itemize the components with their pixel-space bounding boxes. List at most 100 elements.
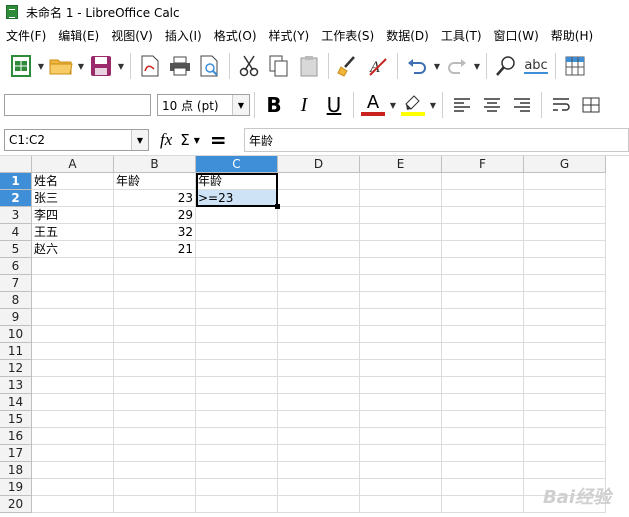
cell-f14[interactable] [442,394,524,411]
redo-button[interactable] [442,51,472,81]
cell-f3[interactable] [442,207,524,224]
redo-dropdown-arrow[interactable]: ▼ [472,51,482,81]
row-header-10[interactable]: 10 [0,326,32,343]
formula-input[interactable]: 年龄 [244,128,629,152]
cell-f20[interactable] [442,496,524,513]
cell-b3[interactable]: 29 [114,207,196,224]
cell-g4[interactable] [524,224,606,241]
cell-a1[interactable]: 姓名 [32,173,114,190]
cell-f13[interactable] [442,377,524,394]
cell-a17[interactable] [32,445,114,462]
cell-a5[interactable]: 赵六 [32,241,114,258]
cell-d10[interactable] [278,326,360,343]
undo-dropdown-arrow[interactable]: ▼ [432,51,442,81]
cell-a20[interactable] [32,496,114,513]
font-size-dropdown-icon[interactable]: ▼ [232,95,249,115]
cell-b9[interactable] [114,309,196,326]
cell-g11[interactable] [524,343,606,360]
cell-b19[interactable] [114,479,196,496]
cell-d12[interactable] [278,360,360,377]
cell-g18[interactable] [524,462,606,479]
cell-c9[interactable] [196,309,278,326]
cell-g1[interactable] [524,173,606,190]
row-header-3[interactable]: 3 [0,207,32,224]
cell-e18[interactable] [360,462,442,479]
cell-f9[interactable] [442,309,524,326]
cell-e4[interactable] [360,224,442,241]
cell-b4[interactable]: 32 [114,224,196,241]
save-dropdown-arrow[interactable]: ▼ [116,51,126,81]
cell-f4[interactable] [442,224,524,241]
row-header-2[interactable]: 2 [0,190,32,207]
cell-b16[interactable] [114,428,196,445]
column-header-e[interactable]: E [360,156,442,173]
cell-e13[interactable] [360,377,442,394]
column-header-d[interactable]: D [278,156,360,173]
cell-d17[interactable] [278,445,360,462]
cell-c4[interactable] [196,224,278,241]
cell-a7[interactable] [32,275,114,292]
formula-icon[interactable]: = [210,128,227,152]
cell-a6[interactable] [32,258,114,275]
cell-c15[interactable] [196,411,278,428]
cell-e2[interactable] [360,190,442,207]
align-center-button[interactable] [477,90,507,120]
cell-b6[interactable] [114,258,196,275]
italic-button[interactable]: I [289,90,319,120]
cell-a11[interactable] [32,343,114,360]
font-color-button[interactable]: A [358,90,388,120]
row-header-18[interactable]: 18 [0,462,32,479]
undo-button[interactable] [402,51,432,81]
cell-c2[interactable]: >=23 [196,190,278,207]
wrap-text-button[interactable] [546,90,576,120]
cell-e17[interactable] [360,445,442,462]
cell-a19[interactable] [32,479,114,496]
cell-e6[interactable] [360,258,442,275]
cell-d4[interactable] [278,224,360,241]
row-header-20[interactable]: 20 [0,496,32,513]
cell-e20[interactable] [360,496,442,513]
cell-c12[interactable] [196,360,278,377]
highlight-color-button[interactable] [398,90,428,120]
menu-insert[interactable]: 插入(I) [159,27,208,44]
cell-c3[interactable] [196,207,278,224]
cell-g10[interactable] [524,326,606,343]
cell-f16[interactable] [442,428,524,445]
spreadsheet-grid[interactable]: A B C D E F G 1 姓名 年龄 年龄 2 张三 23 >=23 3 李四 29 4 王五 32 5 赵六 21 6 7… [0,156,629,517]
save-button[interactable] [86,51,116,81]
cell-e9[interactable] [360,309,442,326]
cell-e8[interactable] [360,292,442,309]
cell-d15[interactable] [278,411,360,428]
cell-f6[interactable] [442,258,524,275]
cell-f1[interactable] [442,173,524,190]
new-document-button[interactable] [6,51,36,81]
cell-b15[interactable] [114,411,196,428]
cell-d11[interactable] [278,343,360,360]
cell-b2[interactable]: 23 [114,190,196,207]
cell-c11[interactable] [196,343,278,360]
cell-d8[interactable] [278,292,360,309]
font-color-dropdown-arrow[interactable]: ▼ [388,90,398,120]
cell-e7[interactable] [360,275,442,292]
cell-f15[interactable] [442,411,524,428]
cell-c6[interactable] [196,258,278,275]
row-column-button[interactable] [560,51,590,81]
name-box-dropdown-icon[interactable]: ▼ [131,130,148,150]
cell-f10[interactable] [442,326,524,343]
cell-g12[interactable] [524,360,606,377]
cell-b12[interactable] [114,360,196,377]
cell-e10[interactable] [360,326,442,343]
cell-f11[interactable] [442,343,524,360]
row-header-13[interactable]: 13 [0,377,32,394]
row-header-16[interactable]: 16 [0,428,32,445]
cell-c18[interactable] [196,462,278,479]
cell-c8[interactable] [196,292,278,309]
name-box[interactable]: C1:C2 ▼ [4,129,149,151]
cell-a16[interactable] [32,428,114,445]
menu-styles[interactable]: 样式(Y) [263,27,316,44]
select-all-corner[interactable] [0,156,32,173]
font-name-box[interactable] [4,94,151,116]
row-header-19[interactable]: 19 [0,479,32,496]
row-header-11[interactable]: 11 [0,343,32,360]
align-right-button[interactable] [507,90,537,120]
